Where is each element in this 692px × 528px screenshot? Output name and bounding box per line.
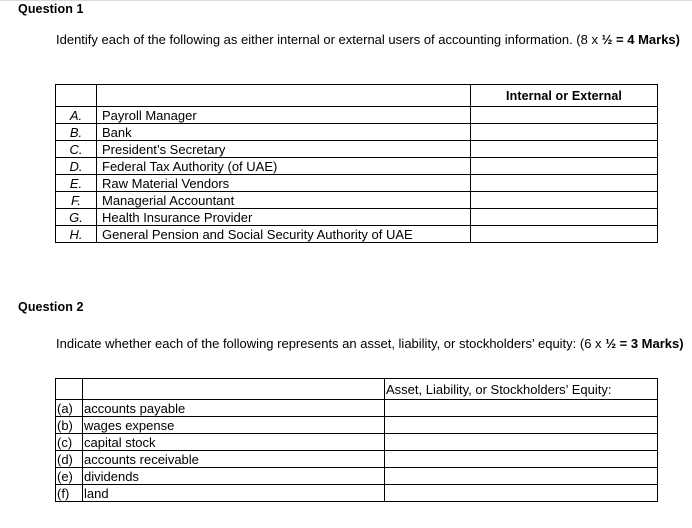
column-header-item bbox=[96, 84, 471, 107]
table-row: G. Health Insurance Provider bbox=[55, 208, 658, 226]
question-2-prompt: Indicate whether each of the following r… bbox=[56, 334, 684, 353]
table-row: D. Federal Tax Authority (of UAE) bbox=[55, 157, 658, 175]
row-item: dividends bbox=[82, 467, 385, 485]
column-header-answer: Asset, Liability, or Stockholders’ Equit… bbox=[384, 378, 658, 400]
row-answer-blank[interactable] bbox=[470, 157, 658, 175]
row-answer-blank[interactable] bbox=[384, 433, 658, 451]
row-letter: (f) bbox=[55, 484, 83, 502]
table-header-row: Asset, Liability, or Stockholders’ Equit… bbox=[55, 378, 658, 400]
row-answer-blank[interactable] bbox=[470, 123, 658, 141]
row-letter: (a) bbox=[55, 399, 83, 417]
row-item: President’s Secretary bbox=[96, 140, 471, 158]
row-item: General Pension and Social Security Auth… bbox=[96, 225, 471, 243]
row-letter: D. bbox=[55, 157, 97, 175]
row-letter: (c) bbox=[55, 433, 83, 451]
table-row: A. Payroll Manager bbox=[55, 106, 658, 124]
row-item: wages expense bbox=[82, 416, 385, 434]
row-answer-blank[interactable] bbox=[470, 106, 658, 124]
column-header-item bbox=[82, 378, 385, 400]
row-item: land bbox=[82, 484, 385, 502]
row-item: capital stock bbox=[82, 433, 385, 451]
row-answer-blank[interactable] bbox=[384, 416, 658, 434]
row-letter: (b) bbox=[55, 416, 83, 434]
row-item: Managerial Accountant bbox=[96, 191, 471, 209]
row-item: Payroll Manager bbox=[96, 106, 471, 124]
column-header-letter bbox=[55, 378, 83, 400]
row-answer-blank[interactable] bbox=[384, 399, 658, 417]
table-row: (e) dividends bbox=[55, 467, 658, 485]
table-row: B. Bank bbox=[55, 123, 658, 141]
row-letter: C. bbox=[55, 140, 97, 158]
row-letter: H. bbox=[55, 225, 97, 243]
worksheet-page: Question 1 Identify each of the followin… bbox=[0, 0, 692, 528]
question-2-heading: Question 2 bbox=[18, 300, 84, 314]
table-header-row: Internal or External bbox=[55, 84, 658, 107]
question-2-prompt-text: Indicate whether each of the following r… bbox=[56, 336, 606, 351]
row-answer-blank[interactable] bbox=[384, 450, 658, 468]
row-answer-blank[interactable] bbox=[470, 225, 658, 243]
table-row: C. President’s Secretary bbox=[55, 140, 658, 158]
question-1-prompt-text: Identify each of the following as either… bbox=[56, 32, 602, 47]
question-1-heading: Question 1 bbox=[18, 2, 84, 16]
row-answer-blank[interactable] bbox=[384, 484, 658, 502]
row-answer-blank[interactable] bbox=[384, 467, 658, 485]
table-row: (c) capital stock bbox=[55, 433, 658, 451]
page-top-rule bbox=[0, 0, 692, 1]
row-answer-blank[interactable] bbox=[470, 140, 658, 158]
question-1-table: Internal or External A. Payroll Manager … bbox=[55, 84, 658, 243]
question-2-table: Asset, Liability, or Stockholders’ Equit… bbox=[55, 378, 658, 502]
question-1-marks: ½ = 4 Marks) bbox=[601, 32, 680, 47]
question-2-marks: ½ = 3 Marks) bbox=[605, 336, 684, 351]
column-header-letter bbox=[55, 84, 97, 107]
row-item: Raw Material Vendors bbox=[96, 174, 471, 192]
row-letter: (e) bbox=[55, 467, 83, 485]
row-item: accounts receivable bbox=[82, 450, 385, 468]
table-row: F. Managerial Accountant bbox=[55, 191, 658, 209]
row-letter: (d) bbox=[55, 450, 83, 468]
row-item: Federal Tax Authority (of UAE) bbox=[96, 157, 471, 175]
row-letter: F. bbox=[55, 191, 97, 209]
row-answer-blank[interactable] bbox=[470, 191, 658, 209]
row-item: Health Insurance Provider bbox=[96, 208, 471, 226]
table-row: (f) land bbox=[55, 484, 658, 502]
row-letter: A. bbox=[55, 106, 97, 124]
row-item: accounts payable bbox=[82, 399, 385, 417]
table-row: (b) wages expense bbox=[55, 416, 658, 434]
table-row: H. General Pension and Social Security A… bbox=[55, 225, 658, 243]
column-header-answer: Internal or External bbox=[470, 84, 658, 107]
row-answer-blank[interactable] bbox=[470, 208, 658, 226]
row-item: Bank bbox=[96, 123, 471, 141]
table-row: (a) accounts payable bbox=[55, 399, 658, 417]
question-1-prompt: Identify each of the following as either… bbox=[56, 30, 684, 49]
table-row: (d) accounts receivable bbox=[55, 450, 658, 468]
table-row: E. Raw Material Vendors bbox=[55, 174, 658, 192]
row-answer-blank[interactable] bbox=[470, 174, 658, 192]
row-letter: E. bbox=[55, 174, 97, 192]
row-letter: G. bbox=[55, 208, 97, 226]
row-letter: B. bbox=[55, 123, 97, 141]
